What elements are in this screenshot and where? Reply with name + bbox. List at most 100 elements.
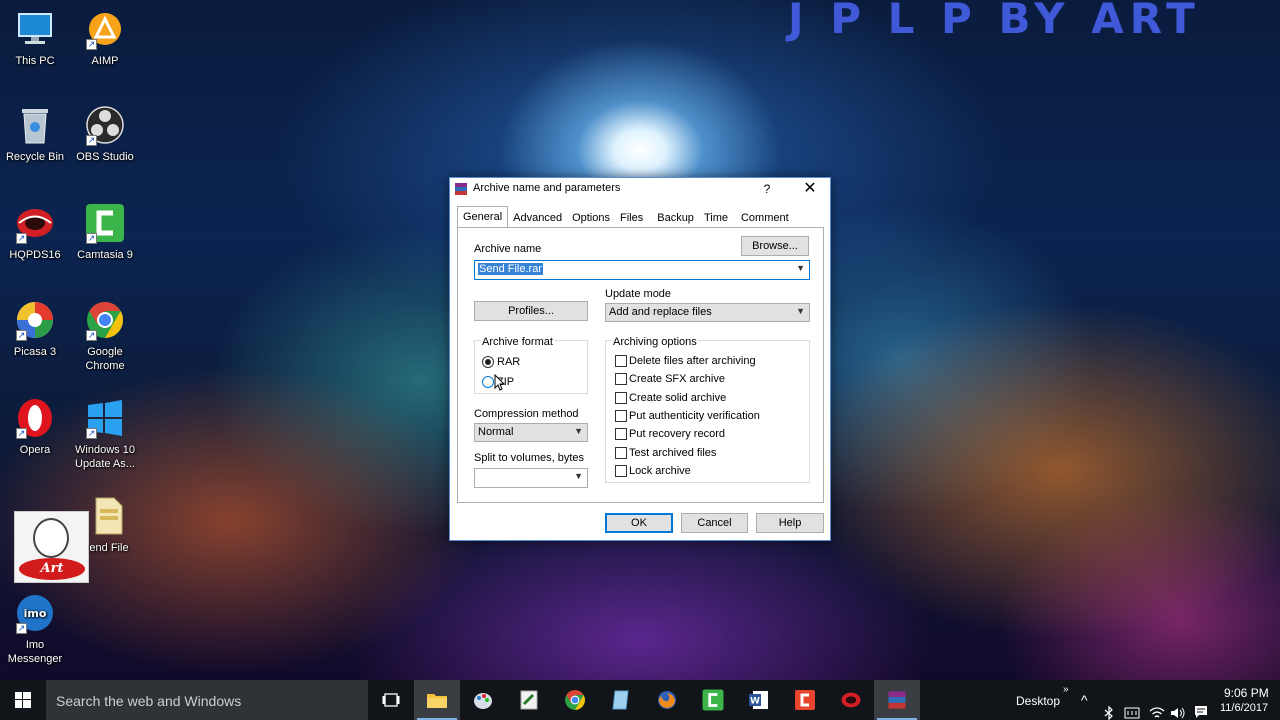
camtasia-icon: ↗ bbox=[84, 202, 126, 244]
word-icon: W bbox=[749, 691, 768, 709]
help-button[interactable]: Help bbox=[756, 513, 824, 533]
checkbox-label[interactable]: Lock archive bbox=[629, 465, 691, 477]
taskbar-firefox[interactable] bbox=[644, 680, 690, 720]
update-mode-select[interactable]: Add and replace files ▼ bbox=[605, 303, 810, 322]
taskbar-file-explorer[interactable] bbox=[414, 680, 460, 720]
taskbar-app-3[interactable] bbox=[506, 680, 552, 720]
desktop-icon-chrome[interactable]: ↗ Google Chrome bbox=[70, 299, 140, 373]
winrar-icon bbox=[455, 183, 467, 195]
checkbox-label[interactable]: Put authenticity verification bbox=[629, 410, 760, 422]
radio-rar-label[interactable]: RAR bbox=[497, 356, 520, 368]
volume-icon[interactable] bbox=[1170, 693, 1186, 720]
bluetooth-icon[interactable] bbox=[1104, 693, 1114, 720]
taskbar-camtasia[interactable] bbox=[690, 680, 736, 720]
search-box[interactable]: Search the web and Windows bbox=[46, 680, 368, 720]
tab-comment[interactable]: Comment bbox=[736, 208, 794, 228]
checkbox-lock-archive[interactable] bbox=[615, 465, 627, 477]
tab-files[interactable]: Files bbox=[615, 208, 648, 228]
start-button[interactable] bbox=[0, 680, 46, 720]
profiles-button[interactable]: Profiles... bbox=[474, 301, 588, 321]
taskbar-word[interactable]: W bbox=[736, 680, 782, 720]
tab-time[interactable]: Time bbox=[699, 208, 733, 228]
firefox-icon bbox=[658, 691, 676, 709]
clock-date[interactable]: 11/6/2017 bbox=[1220, 702, 1268, 720]
close-icon[interactable]: ✕ bbox=[796, 179, 824, 199]
tab-options[interactable]: Options bbox=[567, 208, 615, 228]
checkbox-authenticity[interactable] bbox=[615, 410, 627, 422]
checkbox-delete-files[interactable] bbox=[615, 355, 627, 367]
desktop-toolbar-label[interactable]: Desktop bbox=[1016, 694, 1060, 720]
svg-text:W: W bbox=[750, 697, 760, 707]
split-volumes-combobox[interactable]: ▼ bbox=[474, 468, 588, 488]
checkbox-create-sfx[interactable] bbox=[615, 373, 627, 385]
radio-rar[interactable] bbox=[482, 356, 494, 368]
paint-icon bbox=[474, 693, 492, 709]
archive-name-input[interactable]: Send File.rar bbox=[478, 263, 543, 275]
archive-name-combobox[interactable]: Send File.rar ▼ bbox=[474, 260, 810, 280]
desktop-icon-hqpds16[interactable]: ↗ HQPDS16 bbox=[0, 202, 70, 262]
notes-icon bbox=[612, 690, 629, 710]
general-panel: Archive name Browse... Send File.rar ▼ P… bbox=[457, 227, 824, 503]
chevron-down-icon: ▼ bbox=[574, 426, 583, 436]
folder-icon bbox=[427, 694, 447, 708]
browse-button[interactable]: Browse... bbox=[741, 236, 809, 256]
compression-method-select[interactable]: Normal ▼ bbox=[474, 423, 588, 442]
camtasia-icon bbox=[702, 689, 724, 711]
notification-icon[interactable] bbox=[1193, 692, 1209, 720]
checkbox-recovery-record[interactable] bbox=[615, 428, 627, 440]
desktop-icon-label: AIMP bbox=[91, 55, 119, 67]
show-hidden-icons-icon[interactable]: ^ bbox=[1081, 692, 1088, 720]
ok-button[interactable]: OK bbox=[605, 513, 673, 533]
archive-format-label: Archive format bbox=[481, 336, 554, 348]
desktop-icon-aimp[interactable]: ↗ AIMP bbox=[70, 8, 140, 68]
taskbar-winrar[interactable] bbox=[874, 680, 920, 720]
desktop-icon-camtasia[interactable]: ↗ Camtasia 9 bbox=[70, 202, 140, 262]
toolbar-expand-icon[interactable]: » bbox=[1063, 684, 1069, 720]
checkbox-label[interactable]: Put recovery record bbox=[629, 428, 725, 440]
checkbox-label[interactable]: Test archived files bbox=[629, 447, 716, 459]
update-mode-value: Add and replace files bbox=[609, 306, 712, 318]
dialog-titlebar[interactable]: Archive name and parameters ? ✕ bbox=[450, 178, 830, 200]
taskbar: Search the web and Windows W Desktop » ^ bbox=[0, 680, 1280, 720]
art-badge: Art bbox=[19, 558, 85, 580]
taskbar-chrome[interactable] bbox=[552, 680, 598, 720]
help-icon[interactable]: ? bbox=[756, 179, 778, 199]
taskbar-app-2[interactable] bbox=[460, 680, 506, 720]
windows-logo-icon bbox=[15, 692, 31, 708]
task-view-icon bbox=[382, 693, 400, 707]
checkbox-label[interactable]: Create solid archive bbox=[629, 392, 726, 404]
taskbar-app-5[interactable] bbox=[598, 680, 644, 720]
opera-icon: ↗ bbox=[14, 397, 56, 439]
rar-file-icon bbox=[88, 495, 130, 537]
checkbox-label[interactable]: Create SFX archive bbox=[629, 373, 725, 385]
monitor-icon: ↗ bbox=[14, 8, 56, 50]
radio-zip[interactable] bbox=[482, 376, 494, 388]
wifi-icon[interactable] bbox=[1149, 693, 1165, 720]
desktop-icon-picasa[interactable]: ↗ Picasa 3 bbox=[0, 299, 70, 359]
archive-dialog: Archive name and parameters ? ✕ General … bbox=[449, 177, 831, 541]
desktop-icon-recycle-bin[interactable]: Recycle Bin bbox=[0, 104, 70, 164]
tab-advanced[interactable]: Advanced bbox=[508, 208, 567, 228]
checkbox-test-files[interactable] bbox=[615, 447, 627, 459]
desktop-icon-opera[interactable]: ↗ Opera bbox=[0, 397, 70, 457]
input-method-icon[interactable] bbox=[1124, 693, 1140, 720]
update-mode-label: Update mode bbox=[605, 288, 672, 300]
desktop-icon-send-file[interactable]: end File bbox=[74, 495, 144, 555]
desktop-icon-obs[interactable]: ↗ OBS Studio bbox=[70, 104, 140, 164]
mouse-cursor-icon bbox=[494, 374, 506, 391]
cancel-button[interactable]: Cancel bbox=[681, 513, 748, 533]
task-view-button[interactable] bbox=[368, 680, 414, 720]
taskbar-camtasia-recorder[interactable] bbox=[782, 680, 828, 720]
checkbox-label[interactable]: Delete files after archiving bbox=[629, 355, 756, 367]
desktop-icon-win10-update[interactable]: ↗ Windows 10 Update As... bbox=[70, 397, 140, 471]
checkbox-solid-archive[interactable] bbox=[615, 392, 627, 404]
taskbar-hqpds[interactable] bbox=[828, 680, 874, 720]
portrait-sketch bbox=[33, 518, 69, 558]
obs-icon: ↗ bbox=[84, 104, 126, 146]
desktop-icon-imo[interactable]: imo ↗ Imo Messenger bbox=[0, 592, 70, 666]
chevron-down-icon[interactable]: ▼ bbox=[574, 471, 583, 481]
tab-general[interactable]: General bbox=[457, 206, 509, 227]
desktop-icon-this-pc[interactable]: ↗ This PC bbox=[0, 8, 70, 68]
chevron-down-icon[interactable]: ▼ bbox=[796, 263, 805, 273]
tab-backup[interactable]: Backup bbox=[652, 208, 699, 228]
